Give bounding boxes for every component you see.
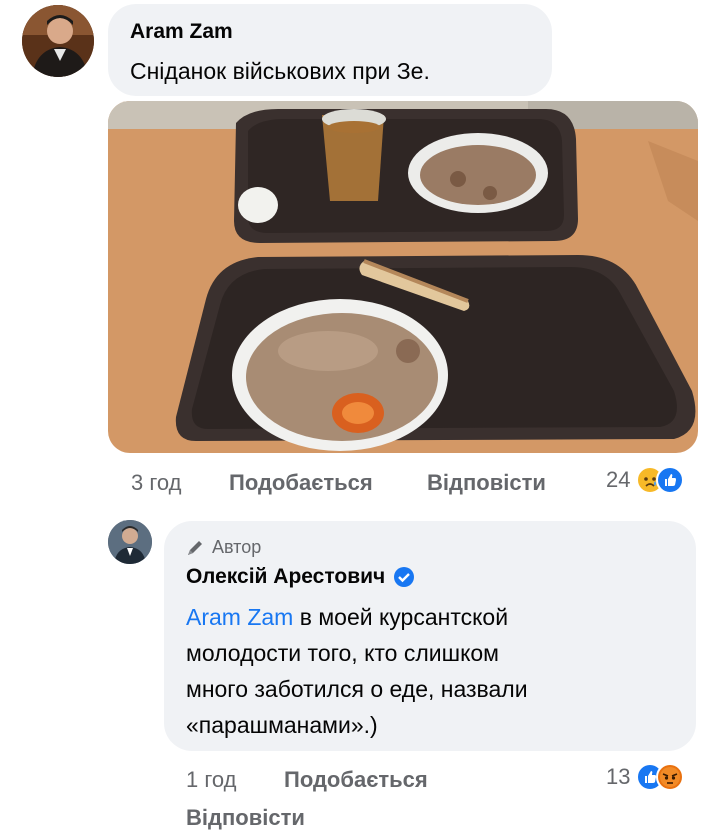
reply-button-row: Відповісти — [186, 805, 305, 831]
comment-text-line: много заботился о еде, назвали — [186, 676, 528, 702]
reaction-count: 24 — [606, 467, 631, 492]
comment-actions-1: 3 год Подобається Відповісти — [131, 470, 546, 496]
avatar-arestovych[interactable] — [108, 520, 152, 564]
author-badge-label: Автор — [212, 537, 262, 557]
reaction-summary-1[interactable]: 24 — [606, 466, 685, 494]
like-button[interactable]: Подобається — [284, 767, 428, 793]
comment-text-line: Aram Zam в моей курсантской — [186, 604, 509, 630]
comment-text: Сніданок військових при Зе. — [130, 58, 430, 84]
author-badge: Автор — [186, 537, 261, 558]
comment-author-row: Олексій Арестович — [186, 565, 415, 589]
comment-time[interactable]: 1 год — [186, 767, 236, 792]
comment-author-name[interactable]: Олексій Арестович — [186, 565, 385, 589]
angry-reaction-icon — [656, 763, 685, 791]
avatar-aram-zam[interactable] — [22, 5, 94, 77]
person-avatar-icon — [22, 5, 94, 77]
comment-text: Aram Zam в моей курсантской молодости то… — [186, 599, 686, 743]
mention-link[interactable]: Aram Zam — [186, 604, 293, 630]
reply-button[interactable]: Відповісти — [427, 470, 546, 496]
comment-time[interactable]: 3 год — [131, 470, 181, 495]
reaction-summary-2[interactable]: 13 — [606, 763, 685, 791]
reaction-count: 13 — [606, 764, 631, 789]
comment-text-line: молодости того, кто слишком — [186, 640, 499, 666]
like-button[interactable]: Подобається — [229, 470, 373, 496]
person-avatar-icon — [108, 520, 152, 564]
comment-bubble-1: Aram Zam Сніданок військових при Зе. — [108, 4, 552, 96]
comment-author-name[interactable]: Aram Zam — [130, 20, 233, 44]
comment-actions-2: 1 год Подобається — [186, 767, 428, 793]
pen-icon — [188, 540, 202, 555]
comment-photo[interactable] — [108, 101, 698, 453]
comment-text-line: «парашманами».) — [186, 712, 378, 738]
verified-badge-icon — [394, 567, 415, 587]
comment-bubble-2: Автор Олексій Арестович Aram Zam в моей … — [164, 521, 696, 751]
reply-button[interactable]: Відповісти — [186, 805, 305, 830]
food-tray-photo-icon — [108, 101, 698, 453]
like-reaction-icon — [656, 466, 685, 494]
